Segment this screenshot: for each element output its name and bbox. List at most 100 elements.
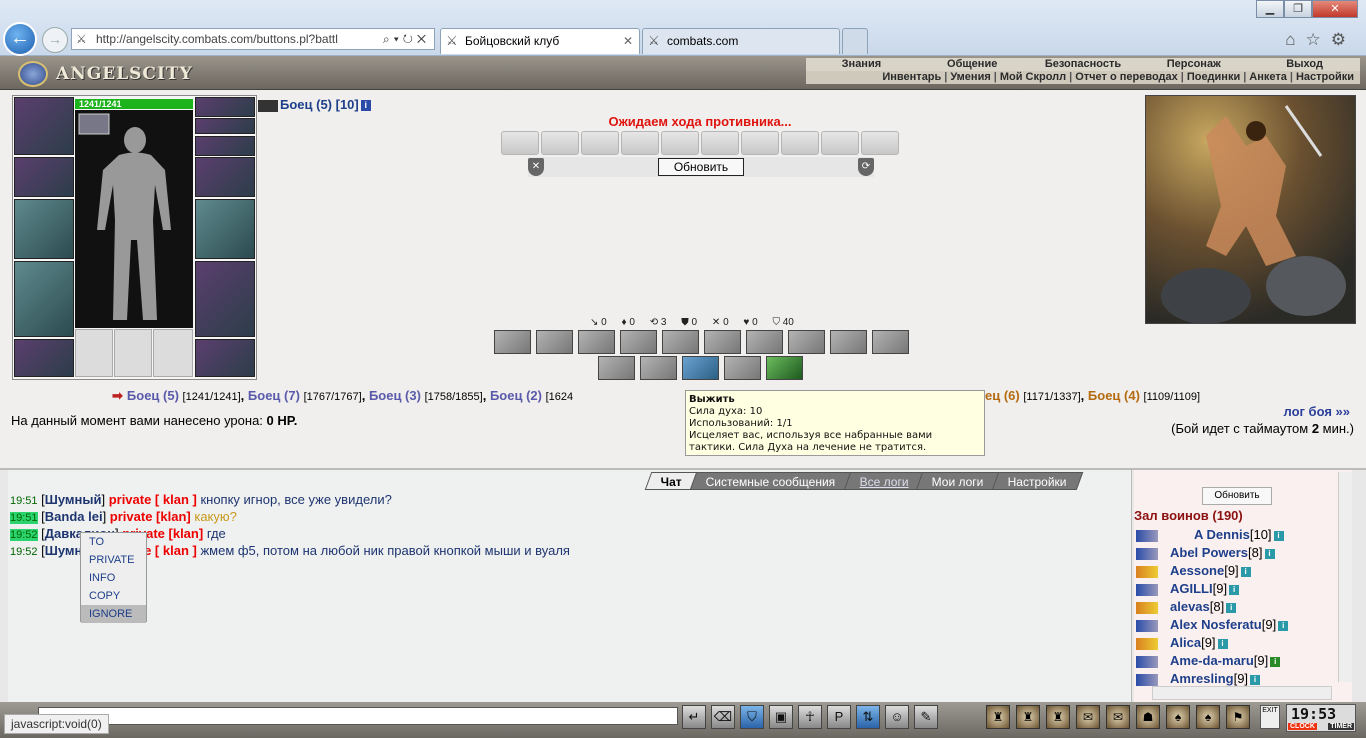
armor-slot[interactable] xyxy=(14,261,74,337)
info-icon[interactable]: i xyxy=(1264,548,1275,559)
list-item[interactable]: A Dennis[10] i xyxy=(1136,526,1288,544)
refresh-button[interactable]: Обновить xyxy=(658,158,744,176)
info-icon[interactable]: i xyxy=(1278,620,1289,631)
forward-button[interactable]: → xyxy=(42,27,68,53)
bag-icon[interactable]: ♜ xyxy=(986,705,1010,729)
potion-icon[interactable]: ♠ xyxy=(1196,705,1220,729)
nav-communication[interactable]: Общение xyxy=(917,58,1028,71)
chat-input[interactable] xyxy=(38,707,678,725)
nav-profile[interactable]: Анкета xyxy=(1249,71,1287,83)
minimize-icon[interactable]: ▁ xyxy=(1256,0,1284,18)
scroll-icon[interactable]: ✉ xyxy=(1106,705,1130,729)
nav-exit[interactable]: Выход xyxy=(1249,58,1360,71)
tactic-button[interactable] xyxy=(640,356,677,380)
info-icon[interactable]: i xyxy=(1270,656,1281,667)
opponent-name[interactable]: Боец (5) [10] i xyxy=(258,97,371,112)
weapon-right-slot[interactable] xyxy=(195,199,255,259)
scroll-slot[interactable] xyxy=(501,131,539,155)
chat-nick[interactable]: Banda lei xyxy=(45,509,103,524)
potion-icon[interactable]: ♠ xyxy=(1166,705,1190,729)
scroll-slot[interactable] xyxy=(581,131,619,155)
tab-combats-com[interactable]: ⚔ combats.com xyxy=(642,28,840,54)
scroll-slot[interactable] xyxy=(861,131,899,155)
nav-knowledge[interactable]: Знания xyxy=(806,58,917,71)
scroll-slot[interactable] xyxy=(741,131,779,155)
tab-system-messages[interactable]: Системные сообщения xyxy=(689,472,852,490)
scroll-slot[interactable] xyxy=(781,131,819,155)
nav-security[interactable]: Безопасность xyxy=(1028,58,1139,71)
nav-transfers[interactable]: Отчет о переводах xyxy=(1075,71,1178,83)
info-icon[interactable]: i xyxy=(1229,584,1240,595)
tab-combats-club[interactable]: ⚔ Бойцовский клуб ✕ xyxy=(440,28,640,54)
tactic-button[interactable] xyxy=(536,330,573,354)
fighter-link[interactable]: Боец (7) xyxy=(248,388,300,403)
warriors-refresh-button[interactable]: Обновить xyxy=(1202,487,1272,505)
flag-icon[interactable]: ⚑ xyxy=(1226,705,1250,729)
helmet-slot[interactable] xyxy=(14,97,74,155)
tactic-button[interactable] xyxy=(830,330,867,354)
list-item[interactable]: Ame-da-maru[9] i xyxy=(1136,652,1288,670)
empty-slot[interactable] xyxy=(75,329,113,377)
fighter-link[interactable]: Боец (4) xyxy=(1088,388,1140,403)
send-icon[interactable]: ↵ xyxy=(682,705,706,729)
nav-my-scroll[interactable]: Мой Скролл xyxy=(1000,71,1066,83)
nav-inventory[interactable]: Инвентарь xyxy=(882,71,941,83)
tab-all-logs[interactable]: Все логи xyxy=(843,472,925,490)
new-tab-button[interactable] xyxy=(842,28,868,54)
legs-slot[interactable] xyxy=(195,261,255,337)
rings-slot[interactable] xyxy=(195,136,255,156)
fighter-link[interactable]: Боец (3) xyxy=(369,388,421,403)
maximize-icon[interactable]: ❐ xyxy=(1284,0,1312,18)
filter-icon[interactable]: ⛉ xyxy=(740,705,764,729)
scroll-slot[interactable] xyxy=(661,131,699,155)
battle-log-link[interactable]: лог боя »» xyxy=(1283,404,1350,419)
tab-my-logs[interactable]: Мои логи xyxy=(916,472,1001,490)
empty-slot[interactable] xyxy=(114,329,152,377)
tactic-button[interactable] xyxy=(494,330,531,354)
tactic-button[interactable] xyxy=(704,330,741,354)
vertical-scrollbar[interactable] xyxy=(1338,472,1352,682)
address-bar[interactable]: ⚔ http://angelscity.combats.com/buttons.… xyxy=(71,28,435,50)
list-item[interactable]: Alica[9] i xyxy=(1136,634,1288,652)
fighter-link[interactable]: Боец (2) xyxy=(490,388,542,403)
tactic-button[interactable] xyxy=(766,356,803,380)
info-icon[interactable]: i xyxy=(1240,566,1251,577)
tactic-button[interactable] xyxy=(872,330,909,354)
tactic-button[interactable] xyxy=(788,330,825,354)
scroll-slot[interactable] xyxy=(621,131,659,155)
close-window-icon[interactable]: ✕ xyxy=(1312,0,1358,18)
list-item[interactable]: alevas[8] i xyxy=(1136,598,1288,616)
belt-slot[interactable] xyxy=(14,339,74,377)
list-item[interactable]: AGILLI[9] i xyxy=(1136,580,1288,598)
nav-skills[interactable]: Умения xyxy=(950,71,990,83)
nav-settings[interactable]: Настройки xyxy=(1296,71,1354,83)
list-icon[interactable]: ⇅ xyxy=(856,705,880,729)
smiley-icon[interactable]: ☺ xyxy=(885,705,909,729)
clear-icon[interactable]: ⌫ xyxy=(711,705,735,729)
amulet-slot[interactable] xyxy=(195,118,255,134)
scroll-icon[interactable]: ✉ xyxy=(1076,705,1100,729)
gloves-slot[interactable] xyxy=(195,157,255,197)
info-icon[interactable]: i xyxy=(360,100,371,112)
back-button[interactable]: ← xyxy=(3,22,37,56)
scroll-slot[interactable] xyxy=(541,131,579,155)
dance-icon[interactable]: ☥ xyxy=(798,705,822,729)
scroll-slot[interactable] xyxy=(701,131,739,155)
tactic-button[interactable] xyxy=(598,356,635,380)
address-controls-icon[interactable]: ⌕▾↻✕ xyxy=(383,29,430,49)
save-icon[interactable]: ▣ xyxy=(769,705,793,729)
nav-battles[interactable]: Поединки xyxy=(1187,71,1240,83)
horizontal-scrollbar[interactable] xyxy=(1152,686,1332,700)
browser-tool-icons[interactable]: ⌂☆⚙ xyxy=(1285,30,1356,50)
tactic-button[interactable] xyxy=(724,356,761,380)
tactic-button[interactable] xyxy=(578,330,615,354)
exit-icon[interactable]: EXIT xyxy=(1260,705,1280,729)
info-icon[interactable]: i xyxy=(1250,674,1261,685)
list-item[interactable]: Abel Powers[8] i xyxy=(1136,544,1288,562)
tactic-button[interactable] xyxy=(620,330,657,354)
earring-slot[interactable] xyxy=(195,97,255,117)
bag-icon[interactable]: ♜ xyxy=(1016,705,1040,729)
menu-item-ignore[interactable]: IGNORE xyxy=(81,605,146,623)
fighter-link[interactable]: Боец (5) xyxy=(127,388,179,403)
menu-item-private[interactable]: PRIVATE xyxy=(81,551,146,569)
